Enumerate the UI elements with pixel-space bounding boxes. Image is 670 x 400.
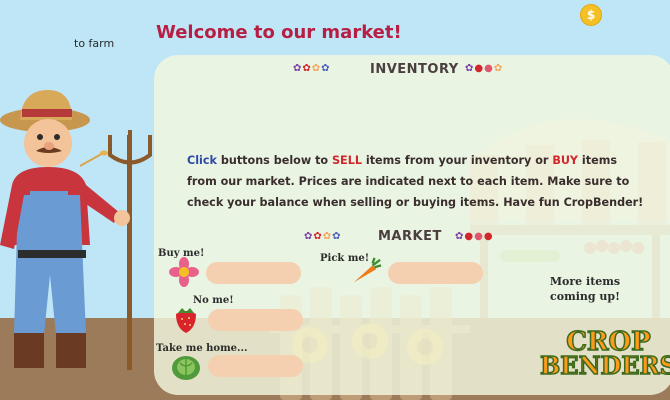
price-bar [208, 309, 303, 331]
instructions-text: Click buttons below to SELL items from y… [187, 150, 647, 213]
item-label-take-me-home: Take me home... [156, 343, 248, 354]
instruction-buy-word: BUY [552, 154, 579, 167]
cabbage-icon[interactable] [170, 351, 202, 383]
flowers-decoration-icon: ✿✿✿✿ [304, 231, 342, 242]
carrot-icon[interactable] [350, 256, 382, 288]
price-bar [388, 262, 483, 284]
cropbenders-logo: CROP BENDERS [539, 328, 670, 380]
price-bar [206, 262, 301, 284]
flowers-decoration-icon: ✿●●● [455, 231, 494, 242]
instruction-text-segment: buttons below to [216, 154, 332, 167]
flowers-decoration-icon: ✿●●✿ [465, 63, 504, 74]
more-items-text: More items coming up! [549, 275, 621, 303]
farmer-illustration [0, 90, 152, 370]
wheat-icon [80, 150, 108, 167]
flower-icon[interactable] [168, 256, 200, 288]
coin-icon: $ [580, 4, 602, 26]
flowers-decoration-icon: ✿✿✿✿ [293, 63, 331, 74]
to-farm-link[interactable]: to farm [74, 37, 114, 50]
price-bar [208, 355, 303, 377]
instruction-text-segment: items from your inventory or [361, 154, 553, 167]
logo-line-2: BENDERS [539, 351, 670, 380]
inventory-heading: INVENTORY [370, 62, 459, 77]
page-title: Welcome to our market! [156, 22, 402, 43]
strawberry-icon[interactable] [170, 303, 202, 335]
instruction-sell-word: SELL [332, 154, 362, 167]
instruction-click-word: Click [187, 154, 217, 167]
market-heading: MARKET [378, 229, 442, 244]
